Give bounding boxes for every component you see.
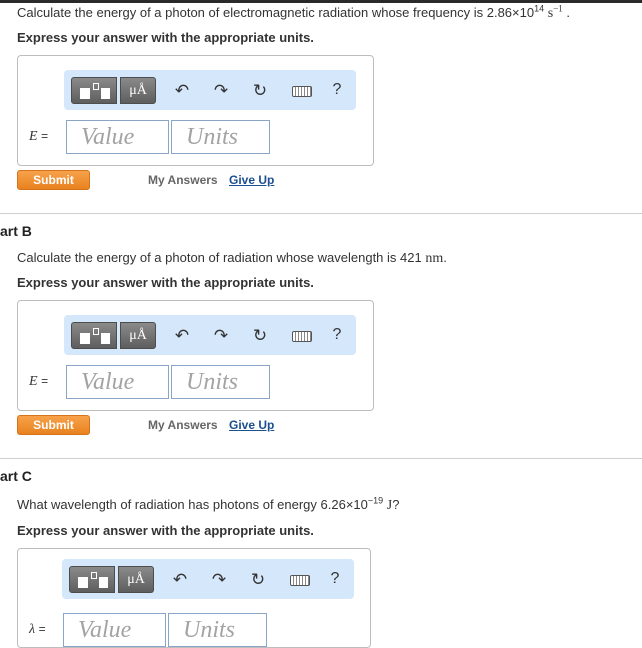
reset-icon[interactable]: ↻	[250, 326, 270, 346]
part-c-answer-box: μÅ ↶ ↷ ↻ ? λ = Value Units	[17, 548, 371, 648]
part-a-toolbar: μÅ ↶ ↷ ↻ ?	[64, 70, 356, 110]
part-b-label: art B	[0, 223, 32, 239]
lhs-equals: =	[38, 622, 46, 636]
question-text: Calculate the energy of a photon of elec…	[17, 5, 535, 20]
part-b-my-answers-link[interactable]: My Answers	[148, 418, 218, 432]
part-b-answer-box: μÅ ↶ ↷ ↻ ? E = Value Units	[17, 300, 374, 411]
part-b-give-up-link[interactable]: Give Up	[229, 418, 274, 432]
question-suffix: .	[443, 250, 447, 265]
redo-icon[interactable]: ↷	[211, 81, 231, 101]
divider	[0, 213, 642, 214]
redo-icon[interactable]: ↷	[209, 570, 229, 590]
part-c-instruction: Express your answer with the appropriate…	[17, 523, 314, 538]
keyboard-icon[interactable]	[290, 575, 310, 586]
part-b-submit-button[interactable]: Submit	[17, 415, 90, 435]
part-a-my-answers-link[interactable]: My Answers	[148, 173, 218, 187]
keyboard-icon[interactable]	[292, 331, 312, 342]
divider	[0, 458, 642, 459]
template-icon[interactable]	[71, 322, 117, 349]
part-b-question: Calculate the energy of a photon of radi…	[17, 250, 447, 267]
part-c-label: art C	[0, 468, 32, 484]
question-suffix: ?	[392, 497, 400, 512]
part-b-value-input[interactable]: Value	[66, 365, 169, 399]
part-b-units-input[interactable]: Units	[171, 365, 270, 399]
part-a-answer-box: μÅ ↶ ↷ ↻ ? E = Value Units	[17, 55, 374, 166]
part-b-toolbar: μÅ ↶ ↷ ↻ ?	[64, 315, 356, 355]
template-icon[interactable]	[71, 77, 117, 104]
lhs-equals: =	[41, 129, 49, 143]
reset-icon[interactable]: ↻	[250, 81, 270, 101]
question-suffix: .	[566, 5, 571, 20]
question-exponent: 14	[534, 3, 545, 14]
help-icon[interactable]: ?	[328, 569, 342, 589]
part-a-question: Calculate the energy of a photon of elec…	[17, 3, 571, 22]
units-icon[interactable]: μÅ	[120, 322, 156, 349]
help-icon[interactable]: ?	[330, 325, 344, 345]
part-b-instruction: Express your answer with the appropriate…	[17, 275, 314, 290]
lhs-variable: λ	[29, 622, 36, 637]
part-c-lhs: λ =	[29, 622, 46, 638]
part-a-instruction: Express your answer with the appropriate…	[17, 30, 314, 45]
units-icon[interactable]: μÅ	[118, 566, 154, 593]
part-a-value-input[interactable]: Value	[66, 120, 169, 154]
question-unit-exponent: −1	[553, 3, 563, 14]
question-exponent: −19	[367, 495, 384, 506]
keyboard-icon[interactable]	[292, 86, 312, 97]
help-icon[interactable]: ?	[330, 80, 344, 100]
lhs-equals: =	[41, 374, 49, 388]
part-a-give-up-link[interactable]: Give Up	[229, 173, 274, 187]
redo-icon[interactable]: ↷	[211, 326, 231, 346]
part-c-value-input[interactable]: Value	[63, 613, 166, 647]
lhs-variable: E	[29, 129, 38, 144]
part-b-lhs: E =	[29, 374, 48, 390]
part-a-lhs: E =	[29, 129, 48, 145]
units-icon[interactable]: μÅ	[120, 77, 156, 104]
part-c-toolbar: μÅ ↶ ↷ ↻ ?	[62, 559, 354, 599]
undo-icon[interactable]: ↶	[170, 570, 190, 590]
question-text: What wavelength of radiation has photons…	[17, 497, 368, 512]
part-c-question: What wavelength of radiation has photons…	[17, 495, 400, 514]
template-icon[interactable]	[69, 566, 115, 593]
question-text: Calculate the energy of a photon of radi…	[17, 250, 422, 265]
part-c-units-input[interactable]: Units	[168, 613, 267, 647]
reset-icon[interactable]: ↻	[248, 570, 268, 590]
top-border	[0, 0, 642, 3]
lhs-variable: E	[29, 374, 38, 389]
part-a-units-input[interactable]: Units	[171, 120, 270, 154]
undo-icon[interactable]: ↶	[172, 81, 192, 101]
undo-icon[interactable]: ↶	[172, 326, 192, 346]
question-unit: nm	[425, 251, 444, 266]
part-a-submit-button[interactable]: Submit	[17, 170, 90, 190]
